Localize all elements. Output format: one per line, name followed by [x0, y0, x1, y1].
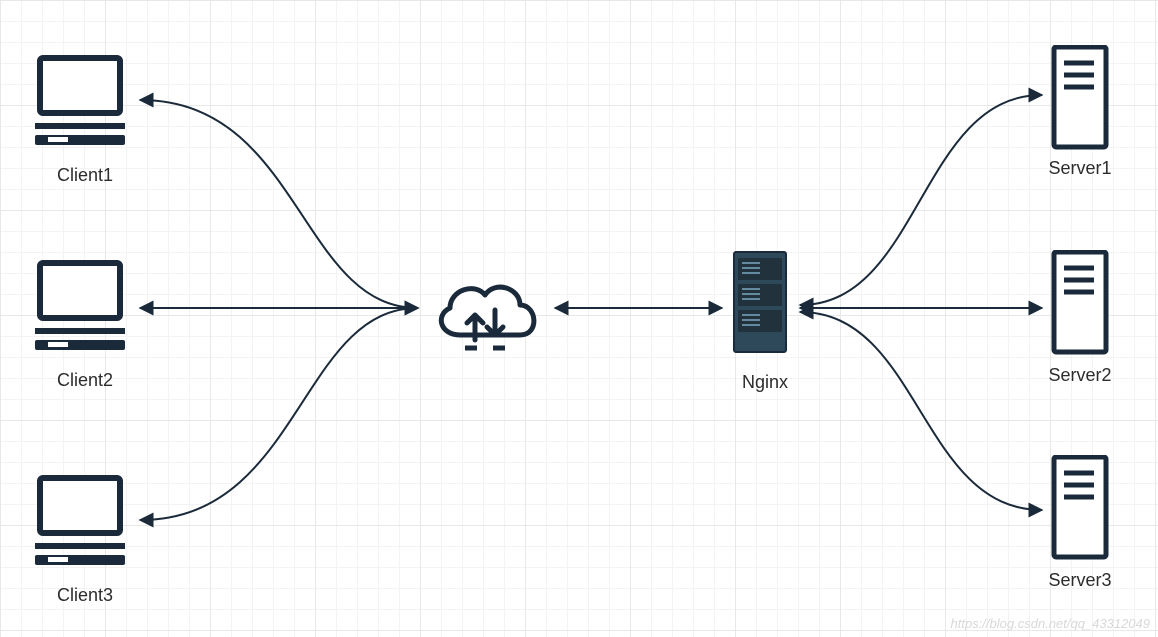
client3-label: Client3	[45, 585, 125, 606]
client3-icon	[30, 470, 130, 575]
server1-label: Server1	[1040, 158, 1120, 179]
nginx-server-icon	[730, 250, 790, 365]
cloud-icon	[425, 270, 545, 365]
client1-icon	[30, 50, 130, 155]
client1-label: Client1	[45, 165, 125, 186]
watermark: https://blog.csdn.net/qq_43312049	[951, 616, 1151, 631]
nginx-label: Nginx	[735, 372, 795, 393]
server2-label: Server2	[1040, 365, 1120, 386]
server1-icon	[1050, 45, 1110, 160]
client2-label: Client2	[45, 370, 125, 391]
client2-icon	[30, 255, 130, 360]
server3-label: Server3	[1040, 570, 1120, 591]
server2-icon	[1050, 250, 1110, 365]
grid-background	[0, 0, 1158, 637]
server3-icon	[1050, 455, 1110, 570]
